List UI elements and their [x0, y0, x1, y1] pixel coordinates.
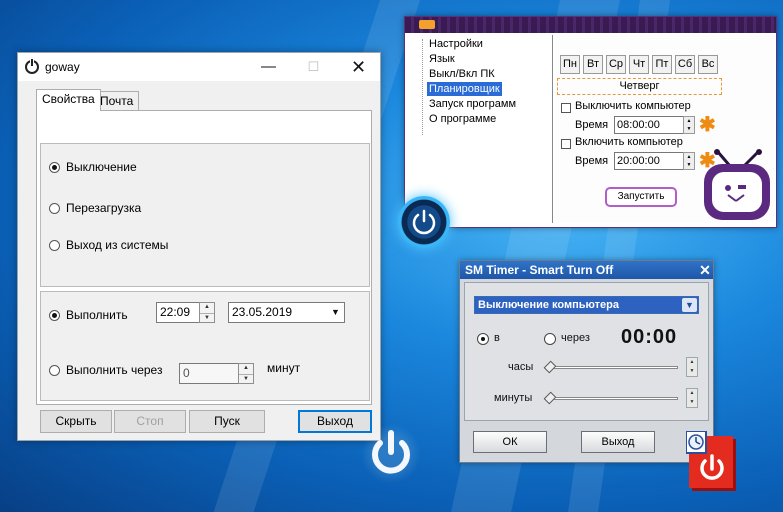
title-bar	[405, 17, 776, 33]
wakeup-time-field[interactable]: 20:00:00	[614, 152, 684, 170]
tab-panel: Выключение Перезагрузка Выход из системы…	[36, 110, 372, 405]
hours-spinner[interactable]: ▲ ▼	[686, 357, 698, 377]
wakeup-label: Включить компьютер	[575, 136, 683, 148]
spin-up-icon[interactable]: ▲	[687, 389, 697, 398]
day-button[interactable]: Сб	[675, 55, 695, 74]
action-group: Выключение Перезагрузка Выход из системы	[40, 143, 370, 287]
spin-up-icon[interactable]: ▲	[684, 117, 694, 125]
selected-day-label: Четверг	[557, 78, 722, 95]
shutdown-time-label: Время	[575, 119, 609, 131]
power-symbol	[412, 209, 436, 235]
minutes-slider[interactable]	[546, 397, 678, 400]
hide-button[interactable]: Скрыть	[40, 410, 112, 433]
minutes-spinner[interactable]: ▲ ▼	[686, 388, 698, 408]
chevron-down-icon[interactable]: ▼	[327, 303, 344, 322]
minutes-field[interactable]: 0	[179, 363, 239, 384]
timer-power-icon	[686, 431, 736, 491]
spin-down-icon[interactable]: ▼	[200, 312, 214, 323]
close-button[interactable]: ✕	[336, 53, 381, 81]
action-value: Выключение компьютера	[478, 299, 619, 311]
nav-item-launch[interactable]: Запуск программ	[427, 97, 518, 111]
spin-down-icon[interactable]: ▼	[684, 161, 694, 169]
power-icon	[398, 196, 450, 248]
minutes-spinner[interactable]: ▲ ▼	[238, 363, 254, 384]
asterisk-icon: ✱	[699, 114, 716, 136]
exit-button[interactable]: Выход	[581, 431, 655, 453]
tab-properties[interactable]: Свойства	[36, 89, 101, 111]
minutes-label: минуты	[494, 392, 533, 404]
tree-line	[422, 39, 423, 135]
action-dropdown[interactable]: Выключение компьютера ▼	[474, 296, 699, 314]
nav-item-settings[interactable]: Настройки	[427, 37, 485, 51]
maximize-button[interactable]: ☐	[291, 53, 336, 81]
time-field[interactable]: 22:09	[156, 302, 201, 323]
stop-button[interactable]: Стоп	[114, 410, 186, 433]
close-button[interactable]: ✕	[696, 261, 714, 279]
power-icon	[25, 58, 39, 74]
spin-down-icon[interactable]: ▼	[687, 398, 697, 407]
day-button[interactable]: Ср	[606, 55, 626, 74]
nav-item-about[interactable]: О программе	[427, 112, 498, 126]
smtimer-window: SM Timer - Smart Turn Off ✕ Выключение к…	[459, 260, 714, 463]
shutdown-time-spinner[interactable]: ▲ ▼	[683, 116, 695, 134]
execute-at-label: Выполнить	[66, 308, 128, 322]
run-button[interactable]: Запустить	[605, 187, 677, 207]
power-icon	[361, 424, 421, 484]
spin-up-icon[interactable]: ▲	[200, 303, 214, 313]
execute-at-radio[interactable]	[49, 310, 60, 321]
logout-label: Выход из системы	[66, 238, 169, 252]
shutdown-label: Выключить компьютер	[575, 100, 691, 112]
minimize-button[interactable]: —	[246, 53, 291, 81]
shutdown-checkbox[interactable]	[561, 103, 571, 113]
hours-label: часы	[508, 361, 534, 373]
goway-window: goway — ☐ ✕ Свойства Почта Выключение Пе…	[17, 52, 381, 441]
nav-item-scheduler[interactable]: Планировщик	[427, 82, 502, 96]
spin-up-icon[interactable]: ▲	[239, 364, 253, 374]
restart-radio[interactable]	[49, 203, 60, 214]
schedule-group: Выполнить 22:09 ▲ ▼ 23.05.2019 ▼ Выполни…	[40, 291, 370, 401]
restart-label: Перезагрузка	[66, 201, 142, 215]
tab-mail[interactable]: Почта	[94, 91, 140, 111]
spin-down-icon[interactable]: ▼	[239, 373, 253, 384]
ok-button[interactable]: ОК	[473, 431, 547, 453]
shutdown-radio[interactable]	[49, 162, 60, 173]
start-button[interactable]: Пуск	[189, 410, 265, 433]
mode-after-label: через	[561, 332, 590, 344]
wakeup-checkbox[interactable]	[561, 139, 571, 149]
execute-after-label: Выполнить через	[66, 363, 163, 377]
chevron-down-icon[interactable]: ▼	[682, 298, 697, 312]
day-button[interactable]: Чт	[629, 55, 649, 74]
day-button[interactable]: Пн	[560, 55, 580, 74]
spin-up-icon[interactable]: ▲	[687, 358, 697, 367]
spin-up-icon[interactable]: ▲	[684, 153, 694, 161]
execute-after-radio[interactable]	[49, 365, 60, 376]
wakeup-time-spinner[interactable]: ▲ ▼	[683, 152, 695, 170]
day-button[interactable]: Пт	[652, 55, 672, 74]
mode-after-radio[interactable]	[544, 333, 556, 345]
day-button[interactable]: Вт	[583, 55, 603, 74]
window-title: goway	[45, 60, 80, 74]
time-spinner[interactable]: ▲ ▼	[199, 302, 215, 323]
spin-down-icon[interactable]: ▼	[684, 125, 694, 133]
settings-tree: Настройки Язык Выкл/Вкл ПК Планировщик З…	[415, 35, 553, 223]
shutdown-time-field[interactable]: 08:00:00	[614, 116, 684, 134]
nav-item-language[interactable]: Язык	[427, 52, 457, 66]
tv-mascot-icon	[704, 149, 770, 220]
logout-radio[interactable]	[49, 240, 60, 251]
timer-display: 00:00	[621, 326, 678, 348]
title-bar: goway — ☐ ✕	[18, 53, 380, 81]
mode-at-label: в	[494, 332, 500, 344]
power-symbol	[372, 430, 410, 474]
shutdown-label: Выключение	[66, 160, 137, 174]
minutes-unit-label: минут	[267, 361, 301, 375]
spin-down-icon[interactable]: ▼	[687, 367, 697, 376]
window-title: SM Timer - Smart Turn Off	[460, 261, 713, 279]
nav-item-power[interactable]: Выкл/Вкл ПК	[427, 67, 497, 81]
day-button[interactable]: Вс	[698, 55, 718, 74]
mode-at-radio[interactable]	[477, 333, 489, 345]
hours-slider[interactable]	[546, 366, 678, 369]
wakeup-time-label: Время	[575, 155, 609, 167]
app-logo-icon	[419, 20, 435, 29]
